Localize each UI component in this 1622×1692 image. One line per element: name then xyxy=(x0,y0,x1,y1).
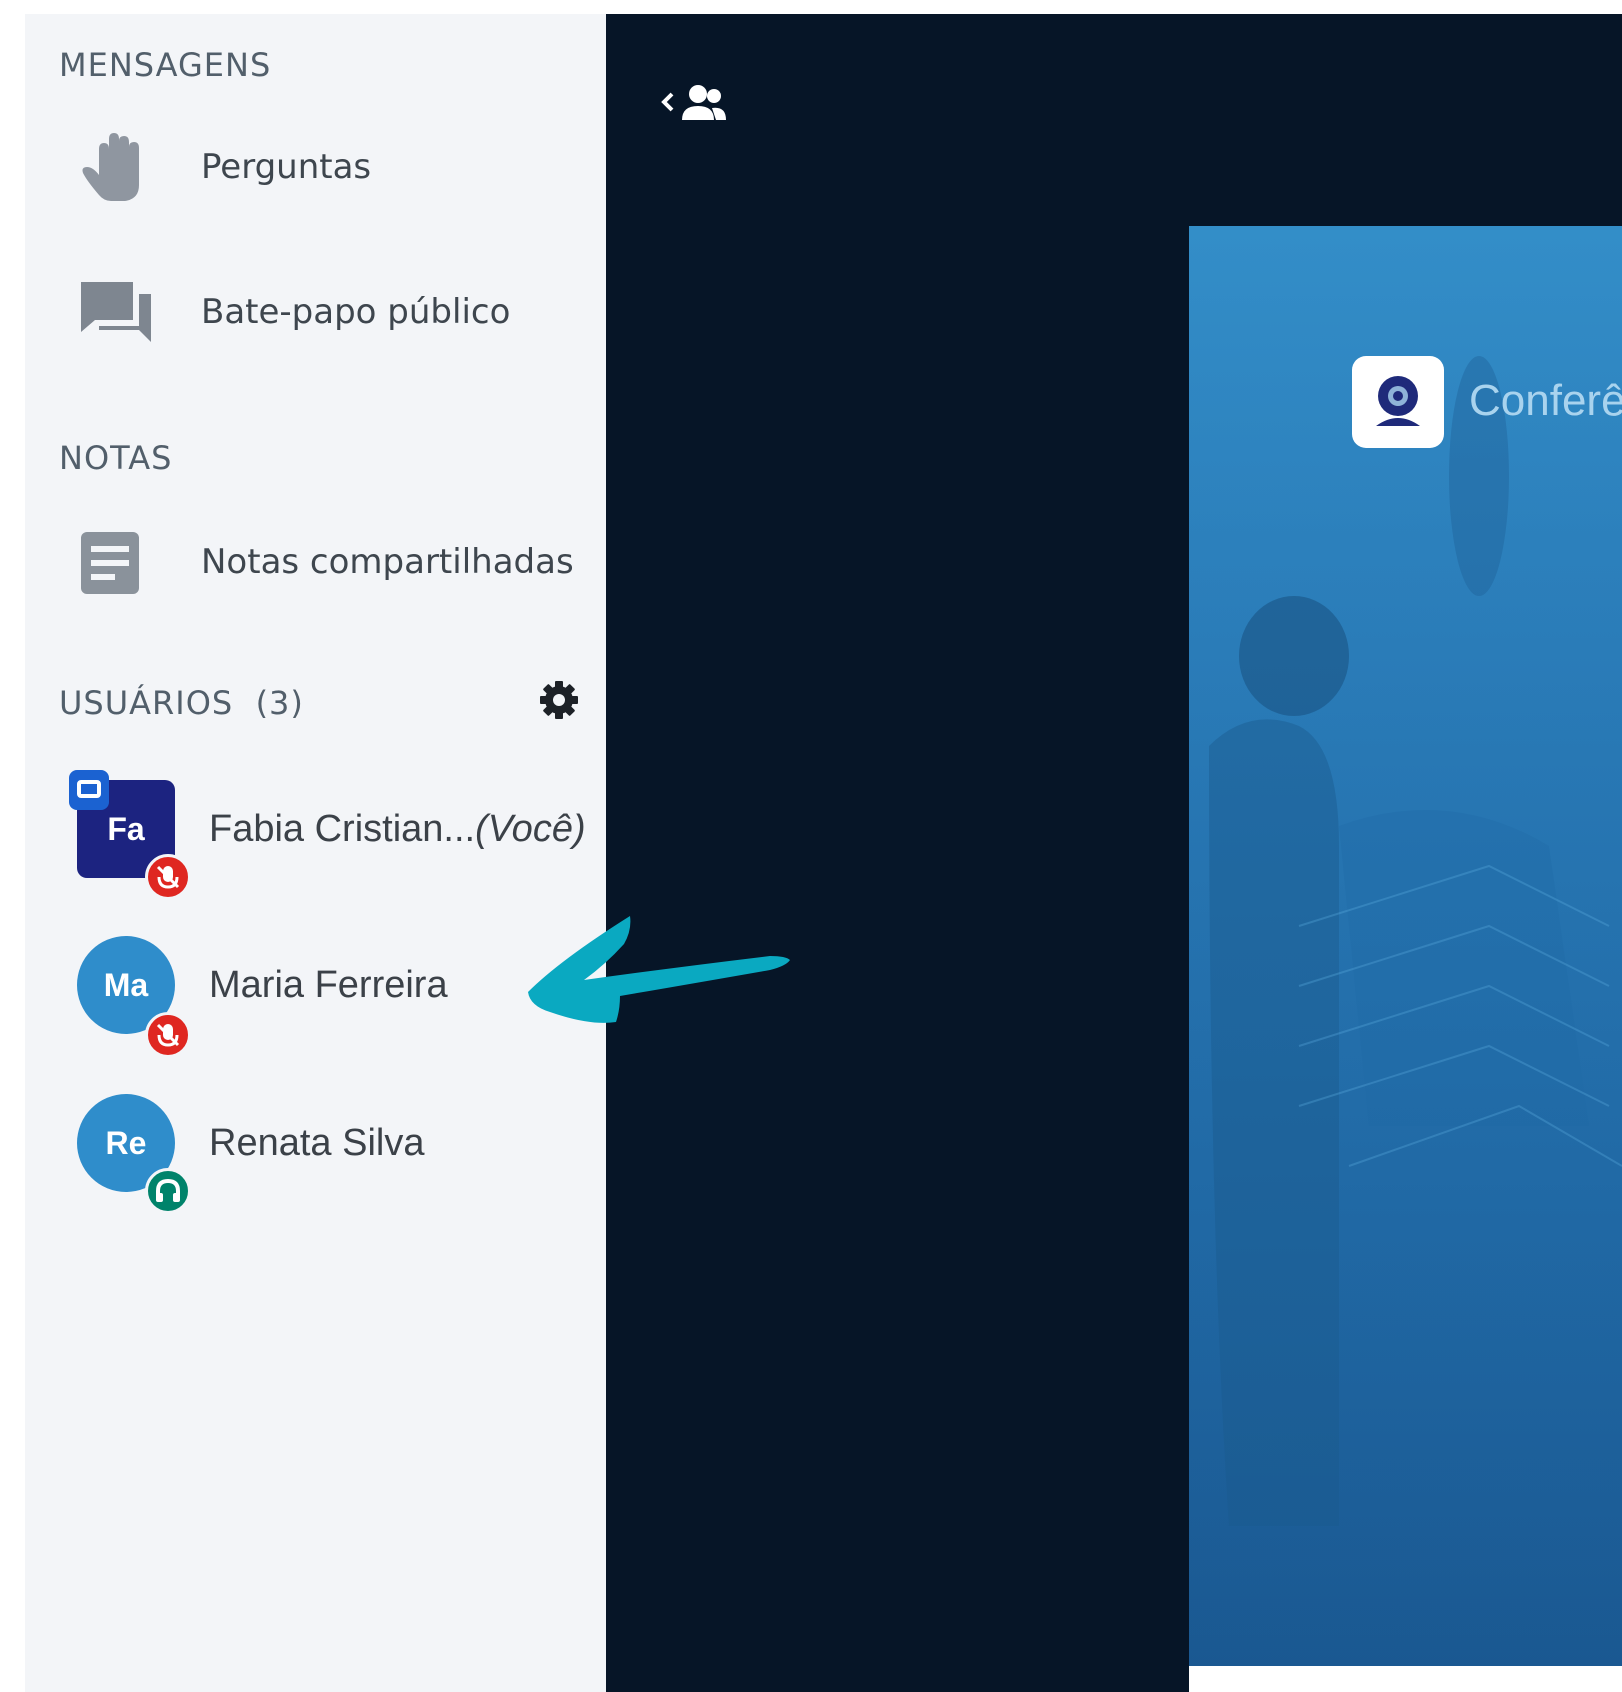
gear-icon[interactable] xyxy=(539,680,579,720)
presentation-title: Conferê xyxy=(1469,376,1622,425)
shared-notes-label: Notas compartilhadas xyxy=(201,542,574,582)
user-list-item[interactable]: Ma Maria Ferreira xyxy=(25,926,606,1066)
you-label: (Você) xyxy=(475,808,586,850)
shared-notes-item[interactable]: Notas compartilhadas xyxy=(25,504,606,624)
user-list-item[interactable]: Re Renata Silva xyxy=(25,1084,606,1224)
avatar-initials: Ma xyxy=(103,966,149,1003)
users-count: (3) xyxy=(255,684,304,722)
public-chat-item[interactable]: Bate-papo público xyxy=(25,254,606,374)
questions-label: Perguntas xyxy=(201,147,372,187)
webcam-logo-icon xyxy=(1352,356,1444,448)
notes-section-title: NOTAS xyxy=(59,439,173,477)
public-chat-label: Bate-papo público xyxy=(201,292,511,332)
annotation-arrow xyxy=(528,916,790,1023)
questions-item[interactable]: Perguntas xyxy=(25,109,606,229)
user-list-item[interactable]: Fa Fabia Cristian...(Você) xyxy=(25,770,606,910)
user-name: Fabia Cristian...(Você) xyxy=(209,808,586,851)
user-name: Renata Silva xyxy=(209,1122,424,1165)
user-list-sidebar: MENSAGENS Perguntas Bate-papo público NO… xyxy=(25,14,606,1692)
presentation-bottom-bar xyxy=(1189,1666,1622,1692)
headphones-icon xyxy=(145,1168,191,1214)
user-name-text: Fabia Cristian... xyxy=(209,808,476,850)
notes-icon xyxy=(81,532,139,594)
users-title-text: USUÁRIOS xyxy=(59,684,234,722)
main-content-area: Conferê xyxy=(606,14,1622,1692)
user-name: Maria Ferreira xyxy=(209,964,448,1007)
user-name-text: Renata Silva xyxy=(209,1122,425,1164)
app-window: MENSAGENS Perguntas Bate-papo público NO… xyxy=(0,0,1622,1692)
avatar-initials: Fa xyxy=(107,810,145,847)
users-section-title: USUÁRIOS (3) xyxy=(59,684,304,722)
microphone-muted-icon xyxy=(145,854,191,900)
messages-section-title: MENSAGENS xyxy=(59,46,272,84)
microphone-muted-icon xyxy=(145,1012,191,1058)
user-name-text: Maria Ferreira xyxy=(209,964,448,1006)
avatar-initials: Re xyxy=(105,1124,147,1161)
chat-icon xyxy=(81,282,151,342)
presentation-slide[interactable]: Conferê xyxy=(1189,226,1622,1666)
presenter-icon xyxy=(69,770,109,810)
hand-icon xyxy=(82,133,139,201)
toggle-user-list-button[interactable] xyxy=(656,80,736,130)
